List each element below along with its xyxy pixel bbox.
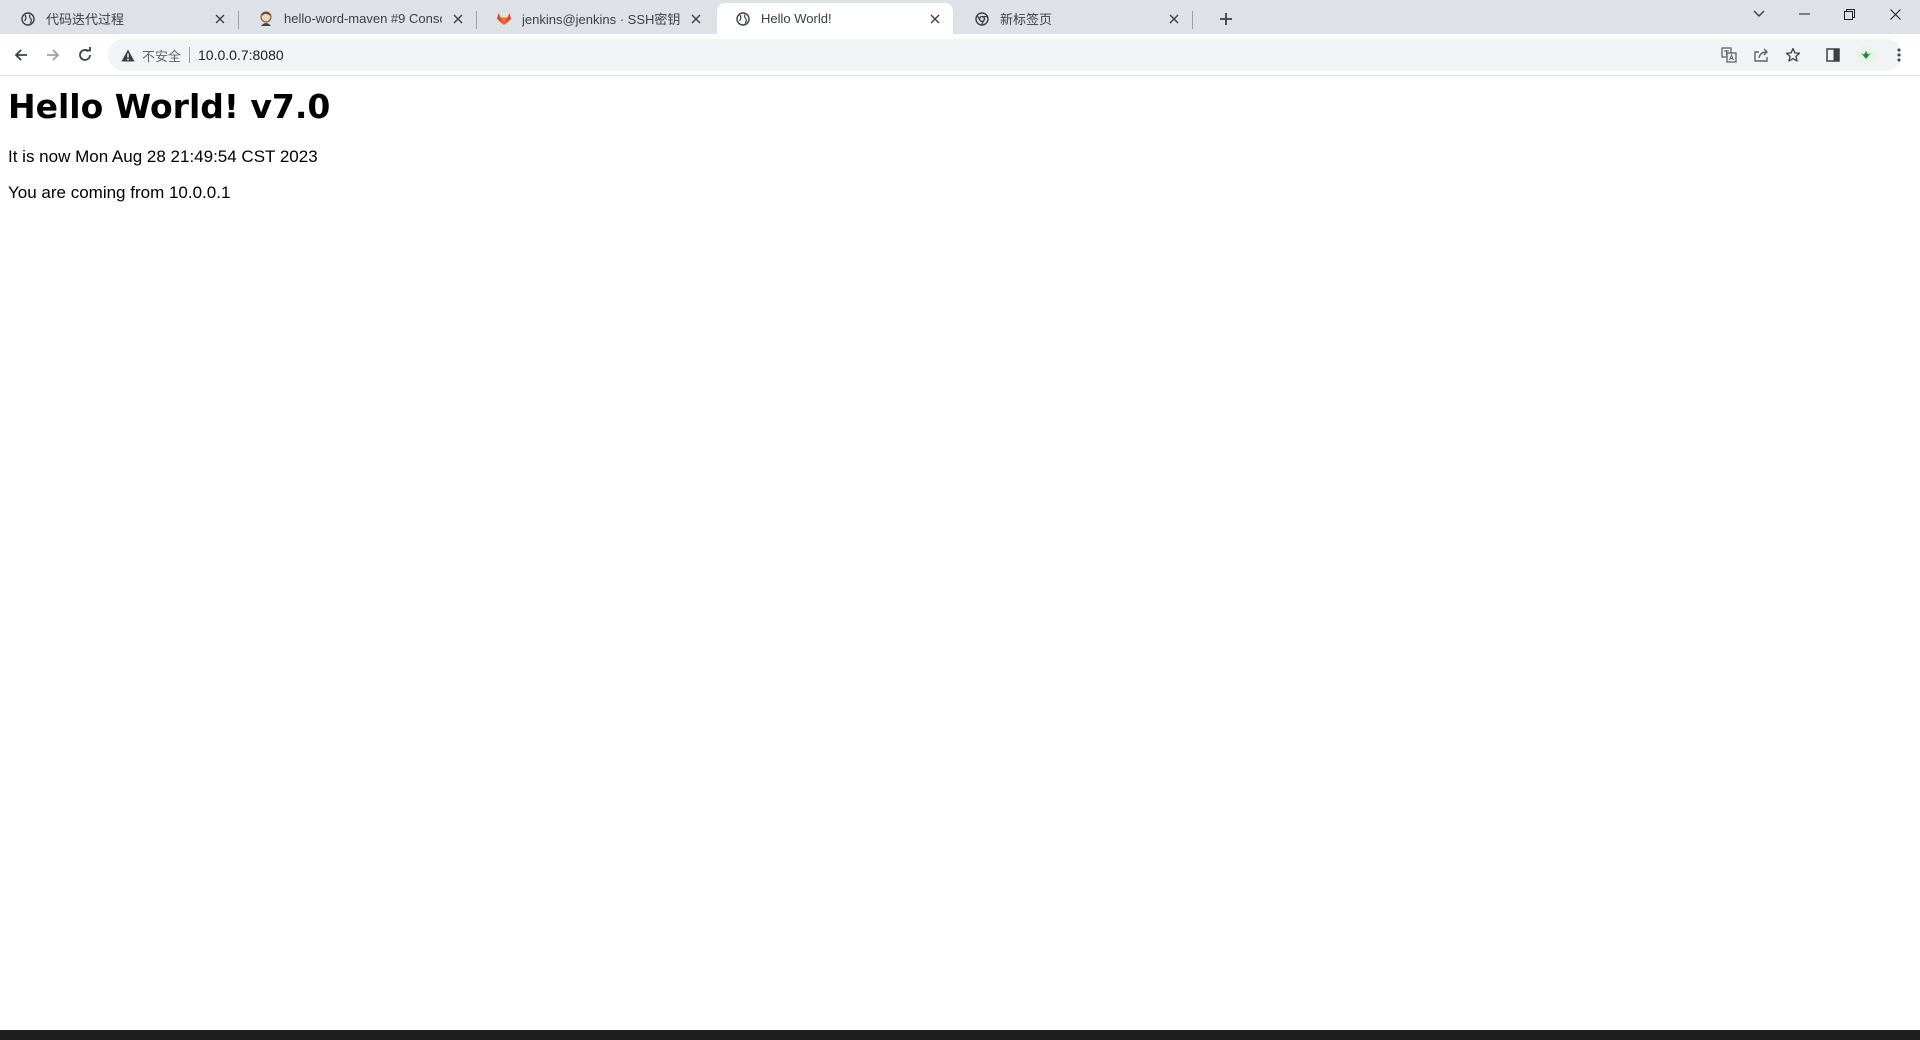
current-time-text: It is now Mon Aug 28 21:49:54 CST 2023 [8,147,318,166]
translate-button[interactable] [1715,41,1743,69]
close-icon[interactable] [450,11,466,27]
share-icon [1754,48,1768,62]
address-bar[interactable]: 不安全 10.0.0.7:8080 [108,39,1902,71]
tab-title: 新标签页 [1000,12,1053,27]
restore-icon [1843,8,1855,20]
browser-toolbar: 不安全 10.0.0.7:8080 [0,34,1920,76]
side-panel-icon [1826,48,1840,62]
close-icon[interactable] [1166,11,1182,27]
back-button[interactable] [7,41,35,69]
close-window-button[interactable] [1872,0,1918,28]
minimize-icon [1798,13,1810,15]
arrow-left-icon [14,49,27,61]
client-origin-text: You are coming from 10.0.0.1 [8,183,231,202]
reload-button[interactable] [71,41,99,69]
translate-icon [1721,47,1737,63]
tab-new-tab[interactable]: 新标签页 [956,3,1193,34]
kebab-menu-icon [1897,48,1901,62]
globe-icon [20,11,36,27]
restore-button[interactable] [1826,0,1872,28]
tab-separator [1192,11,1193,29]
forward-button[interactable] [39,41,67,69]
chevron-down-icon [1753,10,1765,17]
tab-hello-world[interactable]: Hello World! [717,3,953,34]
jenkins-icon [258,11,274,27]
globe-icon [735,11,751,27]
close-icon[interactable] [927,11,943,27]
taskbar-edge [0,1030,1920,1040]
minimize-button[interactable] [1781,0,1827,28]
tab-title: Hello World! [761,11,832,26]
tab-separator [476,11,477,29]
tab-separator [238,11,239,29]
gitlab-icon [496,11,512,27]
close-icon [1889,8,1901,20]
warning-triangle-icon[interactable] [120,47,136,63]
tab-jenkins-console[interactable]: hello-word-maven #9 Console [240,3,477,34]
close-icon[interactable] [212,11,228,27]
chrome-icon [974,11,990,27]
avatar [1857,46,1875,64]
divider [189,47,191,63]
tab-gitlab-ssh-keys[interactable]: jenkins@jenkins · SSH密钥 · 用 [478,3,714,34]
page-content: Hello World! v7.0 It is now Mon Aug 28 2… [0,77,1920,1030]
tab-title: 代码迭代过程 [46,12,125,27]
side-panel-button[interactable] [1819,41,1847,69]
page-heading: Hello World! v7.0 [8,87,331,126]
tab-search-button[interactable] [1736,0,1782,28]
url-text[interactable]: 10.0.0.7:8080 [198,47,284,63]
tab-title: jenkins@jenkins · SSH密钥 · 用 [522,12,680,27]
reload-icon [79,47,91,61]
close-icon[interactable] [688,11,704,27]
tab-code-iteration[interactable]: 代码迭代过程 [2,3,239,34]
plus-icon [1220,13,1232,25]
arrow-right-icon [47,49,60,61]
star-icon [1785,47,1801,62]
share-button[interactable] [1747,41,1775,69]
profile-button[interactable] [1852,41,1880,69]
menu-button[interactable] [1885,41,1913,69]
new-tab-button[interactable] [1213,6,1239,32]
bookmark-button[interactable] [1779,41,1807,69]
tab-title: hello-word-maven #9 Console [284,11,442,26]
security-status-label[interactable]: 不安全 [142,46,181,65]
tab-strip: 代码迭代过程 hello-word-maven #9 Console jenki… [0,0,1920,34]
